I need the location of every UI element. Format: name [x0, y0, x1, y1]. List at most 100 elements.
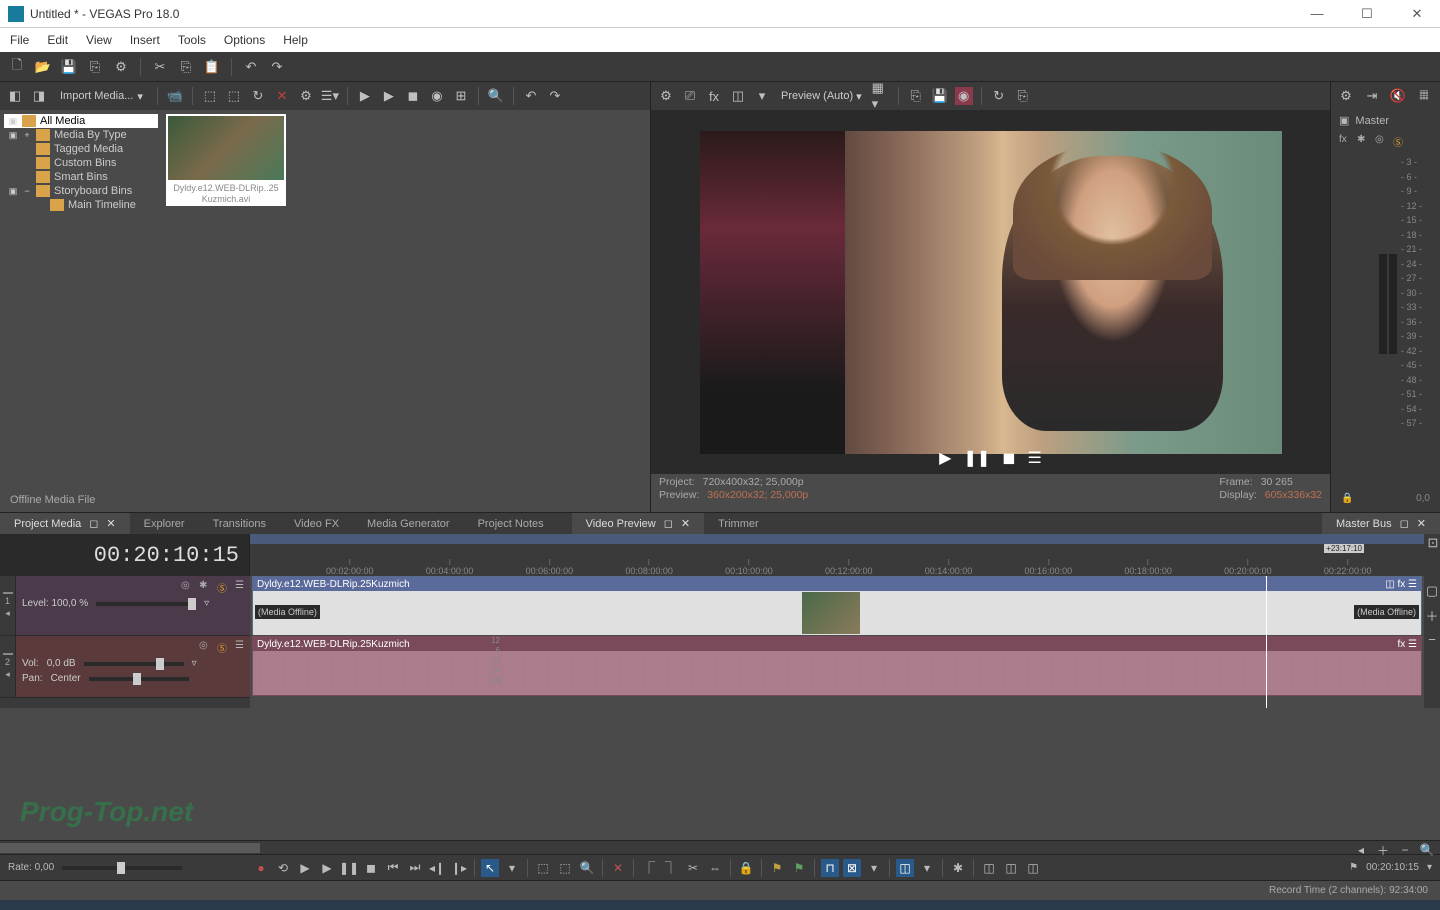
track-motion-icon[interactable]: ◎: [181, 580, 195, 594]
next-frame-icon[interactable]: ❙▸: [450, 859, 468, 877]
play-icon[interactable]: ▶: [318, 859, 336, 877]
timecode-display[interactable]: 00:20:10:15: [0, 534, 250, 576]
menu-options[interactable]: Options: [224, 33, 265, 47]
track-menu-icon[interactable]: ▿: [204, 598, 209, 609]
snap-icon[interactable]: ⊓: [821, 859, 839, 877]
preview-split-icon[interactable]: ◫: [729, 87, 747, 105]
paste-icon[interactable]: 📋: [203, 58, 221, 76]
tab-master-bus[interactable]: Master Bus◻✕: [1322, 513, 1440, 534]
level-slider[interactable]: [96, 602, 196, 606]
tree-storyboard-bins[interactable]: ▣−Storyboard Bins: [4, 184, 158, 198]
track-add-icon[interactable]: ＋: [1423, 606, 1440, 624]
pan-slider[interactable]: [89, 677, 189, 681]
media-gear-icon[interactable]: ⚙: [297, 87, 315, 105]
preview-save-icon[interactable]: 💾: [931, 87, 949, 105]
track-content[interactable]: 126122448 Dyldy.e12.WEB-DLRip.25Kuzmich◫…: [250, 576, 1424, 708]
video-clip[interactable]: Dyldy.e12.WEB-DLRip.25Kuzmich◫ fx ☰ (Med…: [252, 576, 1422, 634]
tab-close-icon[interactable]: ✕: [106, 517, 115, 530]
tree-media-by-type[interactable]: ▣+Media By Type: [4, 128, 158, 142]
timeline-scrollbar[interactable]: ◂ ＋ − 🔍: [0, 840, 1440, 854]
play-start-icon[interactable]: ▶: [296, 859, 314, 877]
media-clip-thumbnail[interactable]: Dyldy.e12.WEB-DLRip..25 Kuzmich.avi: [166, 114, 286, 206]
maximize-button[interactable]: ☐: [1352, 6, 1382, 22]
zoom-icon[interactable]: 🔍: [578, 859, 596, 877]
media-autopreview-icon[interactable]: ◉: [428, 87, 446, 105]
redo-icon[interactable]: ↷: [268, 58, 286, 76]
preview-rec-icon[interactable]: ◉: [955, 87, 973, 105]
menu-tools[interactable]: Tools: [178, 33, 206, 47]
track-maximize-icon[interactable]: ▢: [1423, 582, 1440, 600]
region-icon[interactable]: ⚑: [790, 859, 808, 877]
media-fx2-icon[interactable]: ⬚: [225, 87, 243, 105]
zoom-out-icon[interactable]: −: [1396, 841, 1414, 859]
prev-frame-icon[interactable]: ◂❙: [428, 859, 446, 877]
quantize-icon[interactable]: ⊠: [843, 859, 861, 877]
timeline-ruler[interactable]: +23:17:10 00:02:00:0000:04:00:0000:06:00…: [250, 534, 1424, 576]
zoom-fit-icon[interactable]: 🔍: [1418, 841, 1436, 859]
media-views-icon[interactable]: ☰▾: [321, 87, 339, 105]
media-tool-1-icon[interactable]: ◧: [6, 87, 24, 105]
auto-ripple-icon[interactable]: ◫: [896, 859, 914, 877]
tree-tagged-media[interactable]: Tagged Media: [4, 142, 158, 156]
media-play-icon[interactable]: ▶: [356, 87, 374, 105]
preview-stop-icon[interactable]: ◼: [1002, 448, 1015, 468]
vol-slider[interactable]: [84, 662, 184, 666]
open-icon[interactable]: 📂: [34, 58, 52, 76]
preview-menu-icon[interactable]: ☰: [1028, 448, 1042, 468]
preview-pause-icon[interactable]: ❚❚: [963, 448, 990, 468]
minimize-button[interactable]: —: [1302, 6, 1332, 22]
tree-custom-bins[interactable]: Custom Bins: [4, 156, 158, 170]
tree-main-timeline[interactable]: Main Timeline: [4, 198, 158, 212]
tab-project-notes[interactable]: Project Notes: [464, 513, 558, 534]
track-solo-icon[interactable]: Ⓢ: [217, 640, 231, 654]
track-remove-icon[interactable]: −: [1423, 630, 1440, 648]
snap-opts-icon[interactable]: ▾: [865, 859, 883, 877]
track-phase-icon[interactable]: ◎: [199, 640, 213, 654]
media-fwd-icon[interactable]: ↷: [546, 87, 564, 105]
preview-quality-icon[interactable]: ▾: [753, 87, 771, 105]
import-media-button[interactable]: Import Media... ▾: [54, 88, 149, 105]
menu-view[interactable]: View: [86, 33, 112, 47]
clip-crop-icon[interactable]: ◫: [1385, 579, 1394, 590]
tab-video-preview[interactable]: Video Preview◻✕: [572, 513, 704, 534]
misc-tool-icon[interactable]: ◫: [1002, 859, 1020, 877]
media-loop-icon[interactable]: ↻: [249, 87, 267, 105]
cursor-position[interactable]: 00:20:10:15: [1366, 862, 1419, 873]
tree-smart-bins[interactable]: Smart Bins: [4, 170, 158, 184]
loop-icon[interactable]: ⟲: [274, 859, 292, 877]
go-start-icon[interactable]: ⏮: [384, 859, 402, 877]
track-menu-icon[interactable]: ▿: [192, 658, 197, 669]
master-gear-icon[interactable]: ⚙: [1337, 87, 1355, 105]
track-more-icon[interactable]: ☰: [235, 580, 244, 594]
master-solo-icon[interactable]: Ⓢ: [1393, 134, 1407, 148]
tab-explorer[interactable]: Explorer: [130, 513, 199, 534]
tree-all-media[interactable]: ▣All Media: [4, 114, 158, 128]
track-settings-icon[interactable]: ✱: [199, 580, 213, 594]
tab-undock-icon[interactable]: ◻: [89, 517, 98, 530]
preview-copy-icon[interactable]: ⎘: [907, 87, 925, 105]
capture-icon[interactable]: 📹: [166, 87, 184, 105]
undo-icon[interactable]: ↶: [242, 58, 260, 76]
preview-fx-icon[interactable]: fx: [705, 87, 723, 105]
clip-fx-icon[interactable]: fx: [1397, 639, 1405, 650]
media-fx-icon[interactable]: ⬚: [201, 87, 219, 105]
tab-transitions[interactable]: Transitions: [199, 513, 280, 534]
tab-close-icon[interactable]: ✕: [1417, 517, 1426, 530]
master-mixer-icon[interactable]: 𝄜: [1415, 87, 1433, 105]
video-track-header[interactable]: 1◂ ◎✱Ⓢ☰ Level: 100,0 %▿: [0, 576, 250, 636]
slip-icon[interactable]: ⇔: [706, 859, 724, 877]
close-button[interactable]: ✕: [1402, 6, 1432, 22]
envelope-icon[interactable]: ⬚: [556, 859, 574, 877]
media-back-icon[interactable]: ↶: [522, 87, 540, 105]
new-icon[interactable]: 🗋: [8, 58, 26, 76]
ruler-opts-icon[interactable]: ⊡: [1424, 534, 1440, 552]
stop-icon[interactable]: ◼: [362, 859, 380, 877]
delete-icon[interactable]: ✕: [609, 859, 627, 877]
menu-help[interactable]: Help: [283, 33, 308, 47]
normal-edit-icon[interactable]: ↖: [481, 859, 499, 877]
master-dim-icon[interactable]: ⇥: [1363, 87, 1381, 105]
trim-start-icon[interactable]: ⎾: [640, 859, 658, 877]
crossfade-icon[interactable]: ✱: [949, 859, 967, 877]
properties-icon[interactable]: ⚙: [112, 58, 130, 76]
preview-misc1-icon[interactable]: ↻: [990, 87, 1008, 105]
